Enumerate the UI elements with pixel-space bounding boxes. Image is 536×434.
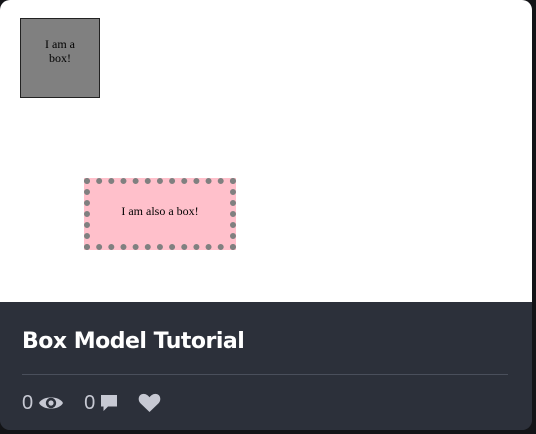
likes-stat[interactable] — [138, 393, 161, 413]
pink-dotted-box: I am also a box! — [84, 178, 236, 250]
pen-title[interactable]: Box Model Tutorial — [22, 328, 245, 356]
comments-count: 0 — [84, 391, 96, 414]
card-footer: Box Model Tutorial 0 0 — [0, 302, 532, 430]
gray-box-text: I am a box! — [45, 37, 75, 65]
stats-bar: 0 0 — [22, 390, 161, 416]
pen-card: I am a box! I am also a box! Box Model T… — [0, 0, 532, 430]
comments-stat[interactable]: 0 — [84, 392, 118, 415]
eye-icon — [38, 394, 64, 412]
heart-icon — [138, 393, 161, 413]
gray-box: I am a box! — [20, 18, 100, 98]
views-stat[interactable]: 0 — [22, 392, 64, 415]
divider — [22, 374, 508, 375]
comment-icon — [100, 394, 118, 413]
pink-box-text: I am also a box! — [121, 204, 199, 218]
views-count: 0 — [22, 391, 34, 414]
preview-area[interactable]: I am a box! I am also a box! — [0, 0, 532, 302]
